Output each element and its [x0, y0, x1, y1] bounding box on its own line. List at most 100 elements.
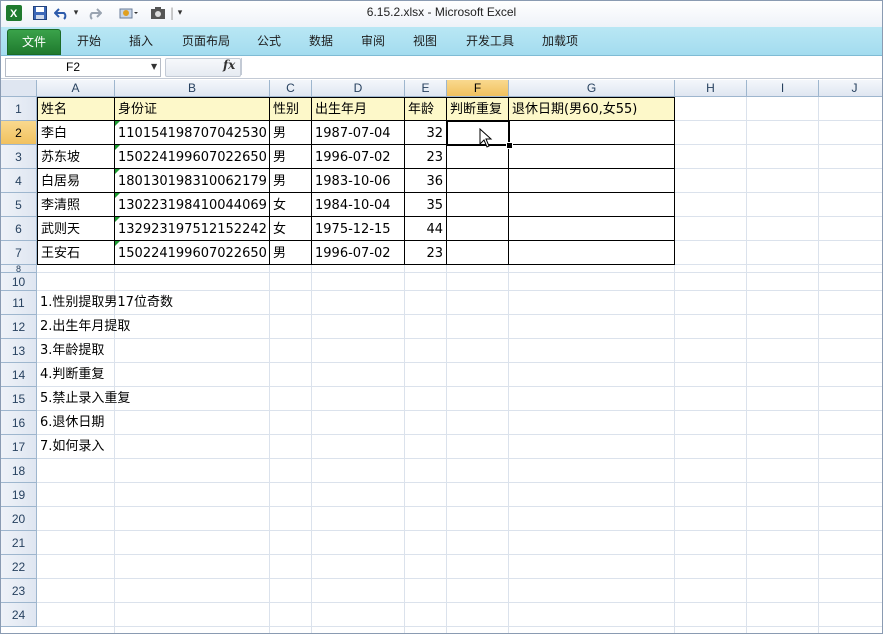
column-header-c[interactable]: C — [270, 80, 312, 97]
cell-birth-date[interactable]: 1987-07-04 — [312, 121, 405, 145]
note-item[interactable]: 4.判断重复 — [37, 363, 437, 387]
header-cell-id-number[interactable]: 身份证 — [115, 97, 270, 121]
header-cell-age[interactable]: 年龄 — [405, 97, 447, 121]
cell-age[interactable]: 35 — [405, 193, 447, 217]
cell-gender[interactable]: 男 — [270, 241, 312, 265]
fill-handle[interactable] — [506, 142, 513, 149]
cell-id-number[interactable]: 132923197512152242 — [115, 217, 270, 241]
row-header-11[interactable]: 11 — [1, 291, 37, 315]
row-header-3[interactable]: 3 — [1, 145, 37, 169]
note-item[interactable]: 5.禁止录入重复 — [37, 387, 437, 411]
row-header-15[interactable]: 15 — [1, 387, 37, 411]
cell-name[interactable]: 李清照 — [37, 193, 115, 217]
row-header-24[interactable]: 24 — [1, 603, 37, 627]
column-header-b[interactable]: B — [115, 80, 270, 97]
column-header-g[interactable]: G — [509, 80, 675, 97]
row-header-21[interactable]: 21 — [1, 531, 37, 555]
cell-gender[interactable]: 男 — [270, 145, 312, 169]
row-header-2[interactable]: 2 — [1, 121, 37, 145]
name-box[interactable]: F2 — [5, 58, 161, 77]
row-header-16[interactable]: 16 — [1, 411, 37, 435]
cell-name[interactable]: 苏东坡 — [37, 145, 115, 169]
active-cell-selection[interactable] — [446, 120, 510, 146]
cell-birth-date[interactable]: 1975-12-15 — [312, 217, 405, 241]
row-header-1[interactable]: 1 — [1, 97, 37, 121]
name-box-dropdown-icon[interactable]: ▼ — [151, 62, 157, 71]
cell-retire-date[interactable] — [509, 121, 675, 145]
formula-input[interactable] — [241, 58, 880, 75]
cell-retire-date[interactable] — [509, 241, 675, 265]
note-item[interactable]: 3.年龄提取 — [37, 339, 437, 363]
note-item[interactable]: 7.如何录入 — [37, 435, 437, 459]
cell-name[interactable]: 武则天 — [37, 217, 115, 241]
cell-name[interactable]: 王安石 — [37, 241, 115, 265]
row-header-17[interactable]: 17 — [1, 435, 37, 459]
cell-age[interactable]: 44 — [405, 217, 447, 241]
tab-data[interactable]: 数据 — [301, 31, 341, 51]
column-header-a[interactable]: A — [37, 80, 115, 97]
tab-home[interactable]: 开始 — [69, 31, 109, 51]
cell-duplicate-check[interactable] — [447, 169, 509, 193]
row-header-19[interactable]: 19 — [1, 483, 37, 507]
cell-gender[interactable]: 女 — [270, 193, 312, 217]
note-item[interactable]: 6.退休日期 — [37, 411, 437, 435]
select-all-corner[interactable] — [1, 80, 37, 97]
column-header-j[interactable]: J — [819, 80, 882, 97]
header-cell-name[interactable]: 姓名 — [37, 97, 115, 121]
row-header-18[interactable]: 18 — [1, 459, 37, 483]
cell-duplicate-check[interactable] — [447, 193, 509, 217]
header-cell-duplicate-check[interactable]: 判断重复 — [447, 97, 509, 121]
tab-insert[interactable]: 插入 — [121, 31, 161, 51]
column-header-i[interactable]: I — [747, 80, 819, 97]
row-header-12[interactable]: 12 — [1, 315, 37, 339]
row-header-4[interactable]: 4 — [1, 169, 37, 193]
row-header-20[interactable]: 20 — [1, 507, 37, 531]
worksheet-grid[interactable]: A B C D E F G H I J 1 2 3 4 5 6 7 8 10 11 12 13 14 15 16 17 18 19 20… — [1, 80, 882, 633]
tab-review[interactable]: 审阅 — [353, 31, 393, 51]
row-header-23[interactable]: 23 — [1, 579, 37, 603]
row-header-7[interactable]: 7 — [1, 241, 37, 265]
cell-retire-date[interactable] — [509, 145, 675, 169]
tab-add-ins[interactable]: 加载项 — [533, 31, 587, 51]
cell-birth-date[interactable]: 1996-07-02 — [312, 145, 405, 169]
cell-name[interactable]: 李白 — [37, 121, 115, 145]
cell-gender[interactable]: 男 — [270, 169, 312, 193]
row-header-6[interactable]: 6 — [1, 217, 37, 241]
header-cell-birth-date[interactable]: 出生年月 — [312, 97, 405, 121]
cell-gender[interactable]: 女 — [270, 217, 312, 241]
note-item[interactable]: 1.性别提取男17位奇数 — [37, 291, 437, 315]
row-header-13[interactable]: 13 — [1, 339, 37, 363]
cell-duplicate-check[interactable] — [447, 217, 509, 241]
row-header-5[interactable]: 5 — [1, 193, 37, 217]
row-header-8[interactable]: 8 — [1, 265, 37, 274]
column-header-e[interactable]: E — [405, 80, 447, 97]
header-cell-gender[interactable]: 性别 — [270, 97, 312, 121]
tab-page-layout[interactable]: 页面布局 — [175, 31, 237, 51]
tab-developer[interactable]: 开发工具 — [459, 31, 521, 51]
tab-view[interactable]: 视图 — [405, 31, 445, 51]
column-header-f[interactable]: F — [447, 80, 509, 97]
cell-id-number[interactable]: 150224199607022650 — [115, 241, 270, 265]
cell-age[interactable]: 23 — [405, 241, 447, 265]
cell-duplicate-check[interactable] — [447, 241, 509, 265]
cell-birth-date[interactable]: 1996-07-02 — [312, 241, 405, 265]
insert-function-button[interactable]: fx — [223, 58, 235, 72]
cell-retire-date[interactable] — [509, 169, 675, 193]
cell-id-number[interactable]: 180130198310062179 — [115, 169, 270, 193]
row-header-14[interactable]: 14 — [1, 363, 37, 387]
header-cell-retire-date[interactable]: 退休日期(男60,女55) — [509, 97, 675, 121]
cell-retire-date[interactable] — [509, 193, 675, 217]
cell-birth-date[interactable]: 1984-10-04 — [312, 193, 405, 217]
tab-formulas[interactable]: 公式 — [249, 31, 289, 51]
cell-id-number[interactable]: 110154198707042530 — [115, 121, 270, 145]
cell-retire-date[interactable] — [509, 217, 675, 241]
column-header-d[interactable]: D — [312, 80, 405, 97]
note-item[interactable]: 2.出生年月提取 — [37, 315, 437, 339]
cell-name[interactable]: 白居易 — [37, 169, 115, 193]
cell-birth-date[interactable]: 1983-10-06 — [312, 169, 405, 193]
cell-age[interactable]: 23 — [405, 145, 447, 169]
cell-id-number[interactable]: 130223198410044069 — [115, 193, 270, 217]
column-header-h[interactable]: H — [675, 80, 747, 97]
cell-age[interactable]: 32 — [405, 121, 447, 145]
row-header-10[interactable]: 10 — [1, 273, 37, 291]
